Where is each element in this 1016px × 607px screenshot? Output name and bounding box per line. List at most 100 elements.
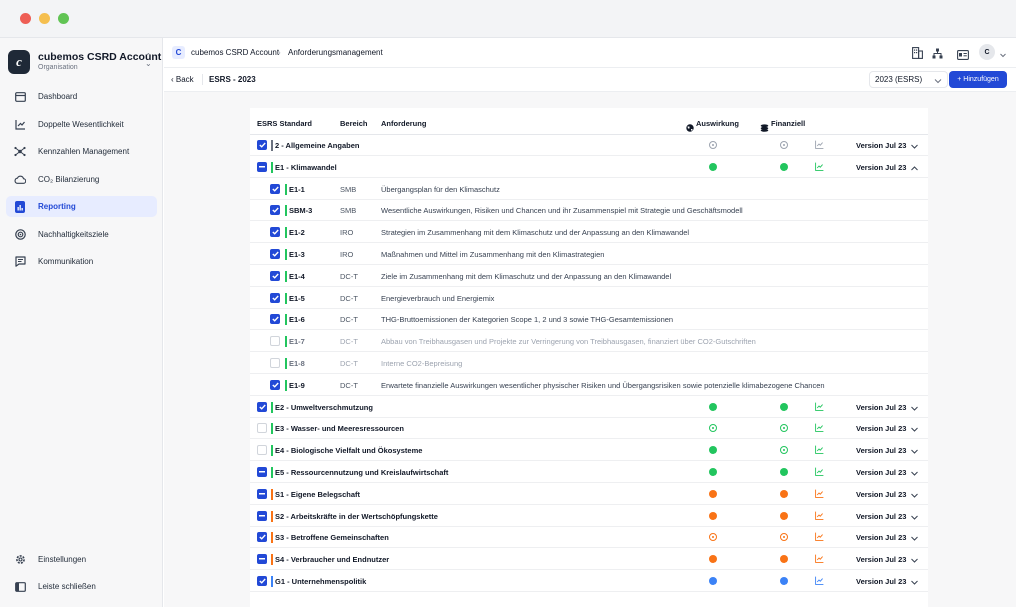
row-checkbox[interactable] xyxy=(257,423,267,434)
table-group-row[interactable]: G1 - Unternehmenspolitik Version Jul 23 xyxy=(250,571,928,592)
zoom-window-button[interactable] xyxy=(58,13,69,24)
trend-chart-icon[interactable] xyxy=(815,576,824,587)
row-checkbox[interactable] xyxy=(257,401,267,412)
breadcrumb-account[interactable]: cubemos CSRD Account xyxy=(191,48,279,57)
nav-co2-bilanzierung[interactable]: CO₂ Bilanzierung xyxy=(6,169,157,190)
row-checkbox[interactable] xyxy=(270,227,280,238)
table-group-row[interactable]: E4 - Biologische Vielfalt und Ökosysteme… xyxy=(250,440,928,462)
auswirkung-status-icon xyxy=(709,468,717,480)
table-group-row[interactable]: S4 - Verbraucher und Endnutzer Version Ju… xyxy=(250,549,928,571)
table-row[interactable]: E1-3 IRO Maßnahmen und Mittel im Zusammenh… xyxy=(250,244,928,265)
breadcrumb-current: Anforderungsmanagement xyxy=(288,48,383,57)
row-checkbox[interactable] xyxy=(257,488,267,499)
trend-chart-icon[interactable] xyxy=(815,511,824,522)
requirements-table: ESRS Standard Bereich Anforderung Auswir… xyxy=(250,108,928,607)
nav-kennzahlen-management[interactable]: Kennzahlen Management xyxy=(6,141,157,162)
row-checkbox[interactable] xyxy=(257,554,267,565)
group-label: 2 - Allgemeine Angaben xyxy=(275,141,360,150)
nav-nachhaltigkeitsziele[interactable]: Nachhaltigkeitsziele xyxy=(6,224,157,245)
row-checkbox[interactable] xyxy=(270,314,280,325)
table-group-row[interactable]: E1 - Klimawandel Version Jul 23 xyxy=(250,157,928,178)
nav-einstellungen[interactable]: Einstellungen xyxy=(6,549,157,570)
nav-dashboard[interactable]: Dashboard xyxy=(6,86,157,107)
trend-chart-icon[interactable] xyxy=(815,162,824,173)
row-checkbox[interactable] xyxy=(257,161,267,172)
row-checkbox[interactable] xyxy=(270,205,280,216)
table-row[interactable]: E1-6 DC-T THG-Bruttoemissionen der Kategor… xyxy=(250,309,928,331)
trend-chart-icon[interactable] xyxy=(815,532,824,543)
standard-color-bar xyxy=(285,379,287,391)
chevron-down-icon[interactable] xyxy=(910,552,919,570)
chevron-down-icon[interactable] xyxy=(910,138,919,156)
account-logo: c xyxy=(8,50,30,74)
table-group-row[interactable]: S3 - Betroffene Gemeinschaften Version Ju… xyxy=(250,527,928,549)
row-checkbox[interactable] xyxy=(270,183,280,194)
nav-reporting[interactable]: Reporting xyxy=(6,196,157,217)
trend-chart-icon[interactable] xyxy=(815,467,824,478)
chevron-down-icon[interactable] xyxy=(910,530,919,548)
table-row[interactable]: E1-2 IRO Strategien im Zusammenhang mit de… xyxy=(250,222,928,244)
row-checkbox[interactable] xyxy=(270,336,280,347)
chevron-up-icon[interactable] xyxy=(910,160,919,178)
row-checkbox[interactable] xyxy=(270,249,280,259)
chevron-down-icon[interactable] xyxy=(910,421,919,439)
table-row[interactable]: SBM-3 SMB Wesentliche Auswirkungen, Risike… xyxy=(250,200,928,222)
close-window-button[interactable] xyxy=(20,13,31,24)
chevron-down-icon xyxy=(934,77,942,86)
table-row[interactable]: E1-7 DC-T Abbau von Treibhausgasen und Pro… xyxy=(250,331,928,353)
back-button[interactable]: ‹ Back xyxy=(171,75,194,84)
account-switcher[interactable]: c cubemos CSRD Account Organisation ⌃ ⌄ xyxy=(8,50,161,76)
table-group-row[interactable]: S2 - Arbeitskräfte in der Wertschöpfungs… xyxy=(250,506,928,527)
trend-chart-icon[interactable] xyxy=(815,554,824,565)
row-checkbox[interactable] xyxy=(257,140,267,150)
trend-chart-icon[interactable] xyxy=(815,140,824,151)
row-checkbox[interactable] xyxy=(257,532,267,543)
table-group-row[interactable]: 2 - Allgemeine Angaben Version Jul 23 xyxy=(250,135,928,156)
id-card-icon[interactable] xyxy=(957,47,969,65)
chevron-down-icon[interactable] xyxy=(910,443,919,461)
buildings-icon[interactable] xyxy=(912,46,923,64)
table-row[interactable]: E1-9 DC-T Erwartete finanzielle Auswirkung… xyxy=(250,375,928,396)
table-row[interactable]: E1-5 DC-T Energieverbrauch und Energiemix xyxy=(250,288,928,309)
nav-kommunikation[interactable]: Kommunikation xyxy=(6,251,157,272)
table-group-row[interactable]: E2 - Umweltverschmutzung Version Jul 23 xyxy=(250,397,928,418)
table-row[interactable]: E1-4 DC-T Ziele im Zusammenhang mit dem Kl… xyxy=(250,266,928,287)
row-checkbox[interactable] xyxy=(270,292,280,303)
chevron-down-icon[interactable] xyxy=(910,574,919,592)
row-checkbox[interactable] xyxy=(257,576,267,586)
trend-chart-icon[interactable] xyxy=(815,423,824,434)
chevron-down-icon[interactable] xyxy=(910,400,919,418)
trend-chart-icon[interactable] xyxy=(815,445,824,456)
trend-chart-icon[interactable] xyxy=(815,489,824,500)
row-checkbox[interactable] xyxy=(257,467,267,477)
minimize-window-button[interactable] xyxy=(39,13,50,24)
table-group-row[interactable]: E3 - Wasser- und Meeresressourcen Version… xyxy=(250,418,928,440)
row-checkbox[interactable] xyxy=(257,445,267,456)
table-group-row[interactable]: S1 - Eigene Belegschaft Version Jul 23 xyxy=(250,484,928,505)
nav-doppelte-wesentlichkeit[interactable]: Doppelte Wesentlichkeit xyxy=(6,114,157,135)
table-row[interactable]: E1-8 DC-T Interne CO2-Bepreisung xyxy=(250,353,928,374)
version-label: Version Jul 23 xyxy=(856,424,907,434)
row-checkbox[interactable] xyxy=(270,270,280,281)
year-select-value: 2023 (ESRS) xyxy=(875,75,923,84)
chevron-down-icon[interactable] xyxy=(910,487,919,505)
chevron-down-icon[interactable] xyxy=(999,46,1007,64)
chevron-down-icon[interactable] xyxy=(910,509,919,527)
row-checkbox[interactable] xyxy=(270,358,280,368)
trend-chart-icon[interactable] xyxy=(815,402,824,413)
org-tree-icon[interactable] xyxy=(932,46,943,64)
requirement-code: E1-2 xyxy=(289,228,305,238)
table-row[interactable]: E1-1 SMB Übergangsplan für den Klimaschutz xyxy=(250,179,928,200)
year-select[interactable]: 2023 (ESRS) xyxy=(869,71,948,88)
add-button[interactable]: + Hinzufügen xyxy=(949,71,1007,88)
row-checkbox[interactable] xyxy=(257,510,267,521)
collapse-sidebar-button[interactable]: Leiste schließen xyxy=(6,576,157,597)
auswirkung-status-icon xyxy=(709,533,717,542)
cloud-icon xyxy=(14,174,26,186)
row-checkbox[interactable] xyxy=(270,379,280,390)
table-group-row[interactable]: E5 - Ressourcennutzung und Kreislaufwirt… xyxy=(250,462,928,483)
auswirkung-status-icon xyxy=(709,511,717,523)
chevron-down-icon[interactable] xyxy=(910,465,919,483)
avatar[interactable]: C xyxy=(979,44,995,60)
requirement-bereich: DC-T xyxy=(340,337,358,347)
